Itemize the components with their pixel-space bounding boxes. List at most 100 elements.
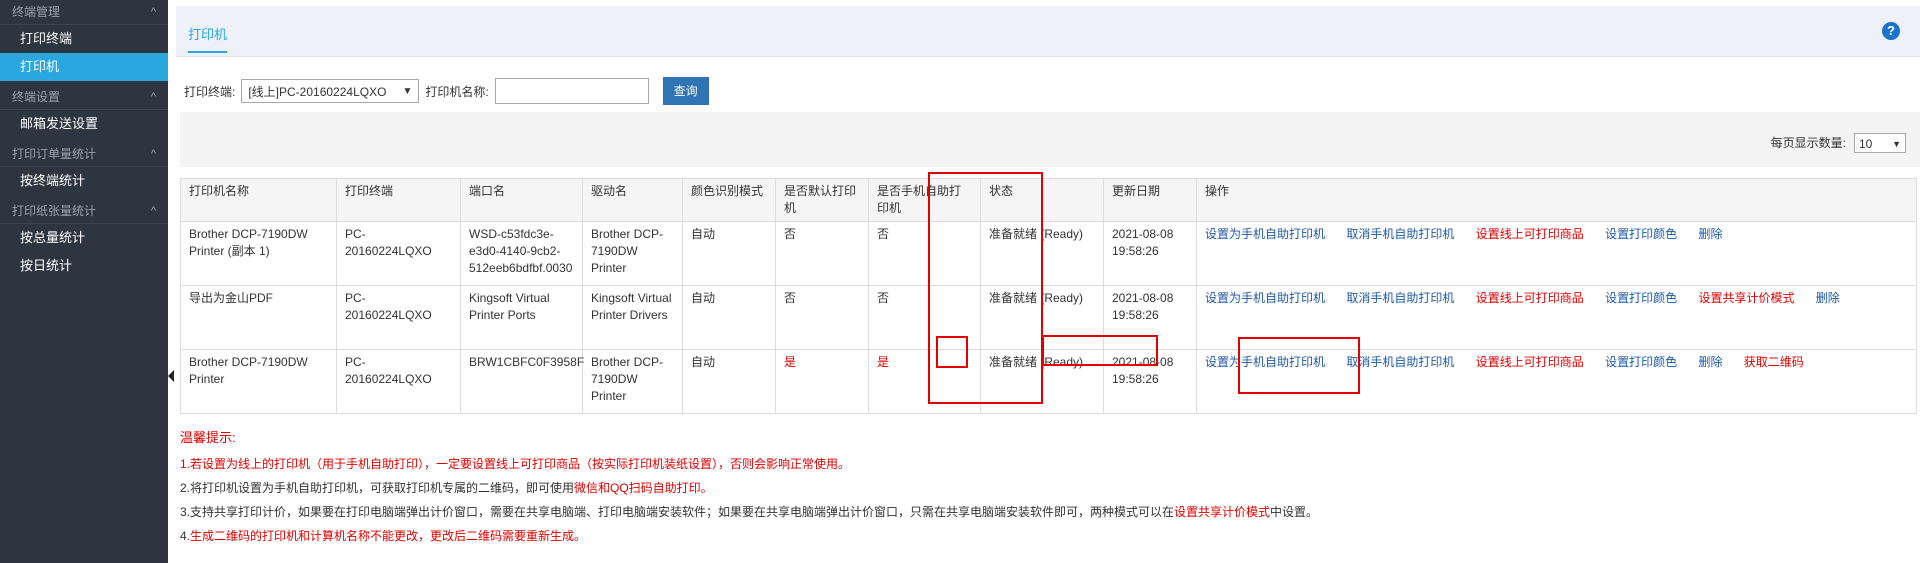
main-content: 打印机 ? 打印终端: [线上]PC-20160224LQXO ▼ 打印机名称: … <box>176 0 1920 563</box>
sidebar-section-terminal-settings[interactable]: 终端设置 ^ <box>0 85 168 110</box>
table-row: Brother DCP-7190DW Printer (副本 1) PC-2016… <box>180 221 1917 286</box>
section-title: 终端设置 <box>12 90 61 104</box>
action-link[interactable]: 获取二维码 <box>1744 355 1804 369</box>
sidebar-section-paper-stats[interactable]: 打印纸张量统计 ^ <box>0 199 168 224</box>
column-header: 状态 <box>980 178 1104 222</box>
printer-name-label: 打印机名称: <box>425 84 489 99</box>
column-header: 操作 <box>1196 178 1917 222</box>
cell-is-mobile: 是 <box>868 349 981 414</box>
tip-line: 2.将打印机设置为手机自助打印机，可获取打印机专属的二维码，即可使用微信和QQ扫… <box>180 476 1318 500</box>
cell-color-mode: 自动 <box>682 349 776 414</box>
cell-terminal: PC-20160224LQXO <box>336 349 461 414</box>
cell-port: Kingsoft Virtual Printer Ports <box>460 285 583 350</box>
chevron-up-icon[interactable]: ^ <box>151 0 156 24</box>
chevron-up-icon[interactable]: ^ <box>151 85 156 109</box>
filter-bar: 打印终端: [线上]PC-20160224LQXO ▼ 打印机名称: 查询 <box>184 77 709 105</box>
caret-down-icon: ▼ <box>1892 139 1901 149</box>
cell-status: 准备就绪 (Ready) <box>980 285 1104 350</box>
sidebar-item-by-terminal[interactable]: 按终端统计 <box>0 167 168 195</box>
action-link[interactable]: 设置线上可打印商品 <box>1476 291 1584 305</box>
action-link[interactable]: 删除 <box>1698 227 1722 241</box>
action-link[interactable]: 设置为手机自助打印机 <box>1205 227 1325 241</box>
tip-text: 微信和QQ扫码自助打印。 <box>574 481 713 495</box>
chevron-up-icon[interactable]: ^ <box>151 199 156 223</box>
column-header: 端口名 <box>460 178 583 222</box>
action-link[interactable]: 设置为手机自助打印机 <box>1205 355 1325 369</box>
action-link[interactable]: 设置线上可打印商品 <box>1476 355 1584 369</box>
page-size-value: 10 <box>1859 137 1873 151</box>
action-link[interactable]: 设置打印颜色 <box>1605 227 1677 241</box>
table-header-row: 打印机名称 打印终端 端口名 驱动名 颜色识别模式 是否默认打印机 是否手机自助… <box>180 178 1917 222</box>
cell-status: 准备就绪 (Ready) <box>980 349 1104 414</box>
pagination-bar: 每页显示数量: 10 ▼ <box>180 112 1920 167</box>
sidebar-section-order-stats[interactable]: 打印订单量统计 ^ <box>0 142 168 167</box>
page-size-label: 每页显示数量: <box>1770 136 1846 150</box>
sidebar-item-printer[interactable]: 打印机 <box>0 53 168 81</box>
tip-line: 3.支持共享打印计价，如果要在打印电脑端弹出计价窗口，需要在共享电脑端、打印电脑… <box>180 500 1318 524</box>
cell-name: Brother DCP-7190DW Printer (副本 1) <box>180 221 337 286</box>
action-link[interactable]: 取消手机自助打印机 <box>1346 291 1454 305</box>
tab-printer[interactable]: 打印机 <box>188 24 228 53</box>
tips-block: 温馨提示: 1.若设置为线上的打印机（用于手机自助打印），一定要设置线上可打印商… <box>180 427 1318 548</box>
cell-port: BRW1CBFC0F3958F <box>460 349 584 414</box>
cell-updated: 2021-08-08 19:58:26 <box>1103 349 1197 414</box>
terminal-select[interactable]: [线上]PC-20160224LQXO ▼ <box>241 79 420 103</box>
cell-terminal: PC-20160224LQXO <box>336 221 461 286</box>
tip-line: 1.若设置为线上的打印机（用于手机自助打印），一定要设置线上可打印商品（按实际打… <box>180 452 1318 476</box>
action-link[interactable]: 设置打印颜色 <box>1605 355 1677 369</box>
sidebar-item-by-total[interactable]: 按总量统计 <box>0 224 168 252</box>
column-header: 是否手机自助打印机 <box>868 178 981 222</box>
caret-down-icon: ▼ <box>402 86 413 97</box>
cell-driver: Kingsoft Virtual Printer Drivers <box>582 285 683 350</box>
query-button[interactable]: 查询 <box>662 77 709 105</box>
action-link[interactable]: 删除 <box>1816 291 1840 305</box>
column-header: 颜色识别模式 <box>682 178 776 222</box>
cell-actions: 设置为手机自助打印机 取消手机自助打印机 设置线上可打印商品 设置打印颜色 设置… <box>1196 285 1917 350</box>
sidebar-item-print-terminal[interactable]: 打印终端 <box>0 25 168 53</box>
section-title: 打印纸张量统计 <box>12 204 97 218</box>
column-header: 打印机名称 <box>180 178 337 222</box>
table-row: 导出为金山PDF PC-20160224LQXO Kingsoft Virtual … <box>180 285 1917 350</box>
cell-name: 导出为金山PDF <box>180 285 337 350</box>
cell-actions: 设置为手机自助打印机 取消手机自助打印机 设置线上可打印商品 设置打印颜色 删除… <box>1196 349 1917 414</box>
sidebar-item-by-day[interactable]: 按日统计 <box>0 252 168 280</box>
terminal-select-value: [线上]PC-20160224LQXO <box>248 85 387 99</box>
terminal-label: 打印终端: <box>184 84 236 99</box>
tip-text: 4. <box>180 529 191 543</box>
action-link[interactable]: 设置打印颜色 <box>1605 291 1677 305</box>
help-icon[interactable]: ? <box>1882 22 1900 40</box>
page-size-select[interactable]: 10 ▼ <box>1854 133 1906 153</box>
chevron-up-icon[interactable]: ^ <box>151 142 156 166</box>
printer-name-input[interactable] <box>494 78 649 104</box>
action-link[interactable]: 设置共享计价模式 <box>1698 291 1794 305</box>
top-tab-bar: 打印机 ? <box>176 6 1920 57</box>
tip-text: 3.支持共享打印计价，如果要在打印电脑端弹出计价窗口，需要在共享电脑端、打印电脑… <box>180 505 1175 519</box>
action-link[interactable]: 设置线上可打印商品 <box>1476 227 1584 241</box>
cell-is-mobile: 否 <box>868 285 981 350</box>
sidebar-item-email-settings[interactable]: 邮箱发送设置 <box>0 110 168 138</box>
tip-text: 1.若设置为线上的打印机（用于手机自助打印），一定要设置线上可打印商品（按实际打… <box>180 457 851 471</box>
cell-actions: 设置为手机自助打印机 取消手机自助打印机 设置线上可打印商品 设置打印颜色 删除 <box>1196 221 1917 286</box>
tips-title: 温馨提示: <box>180 430 236 445</box>
action-link[interactable]: 取消手机自助打印机 <box>1346 355 1454 369</box>
table-row: Brother DCP-7190DW Printer PC-20160224LQX… <box>180 349 1917 414</box>
cell-terminal: PC-20160224LQXO <box>336 285 461 350</box>
tip-text: 中设置。 <box>1270 505 1319 519</box>
action-link[interactable]: 删除 <box>1698 355 1722 369</box>
cell-driver: Brother DCP-7190DW Printer <box>582 349 683 414</box>
action-link[interactable]: 取消手机自助打印机 <box>1346 227 1454 241</box>
cell-driver: Brother DCP-7190DW Printer <box>582 221 683 286</box>
cell-name: Brother DCP-7190DW Printer <box>180 349 337 414</box>
column-header: 驱动名 <box>582 178 683 222</box>
triangle-left-icon <box>168 370 174 382</box>
tip-text: 生成二维码的打印机和计算机名称不能更改，更改后二维码需要重新生成。 <box>190 529 587 543</box>
cell-updated: 2021-08-08 19:58:26 <box>1103 285 1197 350</box>
column-header: 更新日期 <box>1103 178 1197 222</box>
tip-line: 4.生成二维码的打印机和计算机名称不能更改，更改后二维码需要重新生成。 <box>180 524 1318 548</box>
sidebar-section-terminal-management[interactable]: 终端管理 ^ <box>0 0 168 25</box>
action-link[interactable]: 设置为手机自助打印机 <box>1205 291 1325 305</box>
sidebar-collapse-handle[interactable] <box>168 365 176 387</box>
cell-is-default: 否 <box>775 221 869 286</box>
cell-is-default: 是 <box>775 349 869 414</box>
printer-table: 打印机名称 打印终端 端口名 驱动名 颜色识别模式 是否默认打印机 是否手机自助… <box>180 178 1917 414</box>
